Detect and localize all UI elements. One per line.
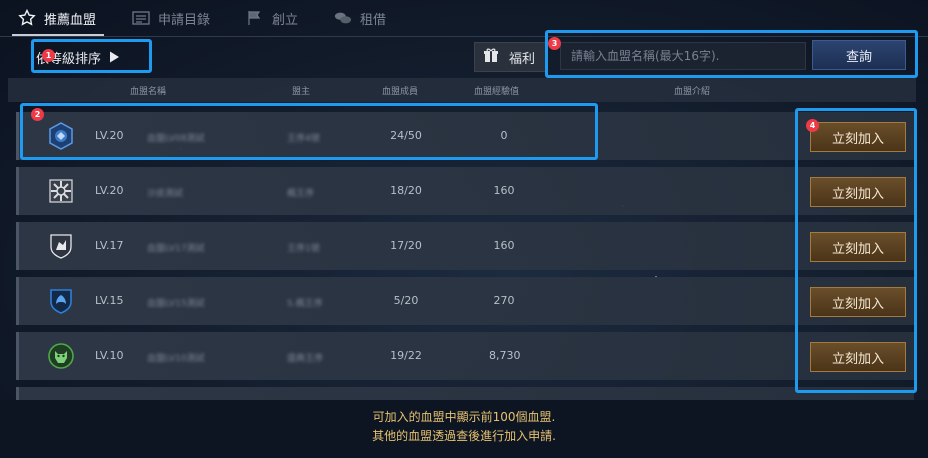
col-members: 血盟成員 <box>382 87 419 97</box>
col-leader: 盟主 <box>292 87 311 97</box>
clan-emblem-icon <box>47 287 75 315</box>
clan-emblem-icon <box>47 342 75 370</box>
clan-members: 18/20 <box>390 184 422 197</box>
clan-emblem-icon <box>47 177 75 205</box>
clan-level: LV.17 <box>95 239 124 252</box>
annotation-badge-1: 1 <box>42 49 55 62</box>
clan-leader: 盛典王序 <box>287 354 324 364</box>
clan-exp: 160 <box>493 239 515 252</box>
table-row[interactable]: LV.17 血盟LV17測試 王序1號 17/20 160 立刻加入 <box>16 222 914 270</box>
welfare-button[interactable]: 福利 <box>474 42 546 72</box>
tab-label: 申請目錄 <box>158 12 211 28</box>
clan-leader: 王序1號 <box>287 244 320 254</box>
clan-name: 血盟LV15測試 <box>147 299 205 309</box>
clan-exp: 160 <box>493 184 515 197</box>
clan-members: 5/20 <box>393 294 419 307</box>
clan-leader: 楓王序 <box>287 189 315 199</box>
clan-level: LV.15 <box>95 294 124 307</box>
clan-leader: S.楓王序 <box>287 299 323 309</box>
clan-emblem-icon <box>47 232 75 260</box>
tab-label: 推薦血盟 <box>44 12 97 28</box>
tab-applications[interactable]: 申請目錄 <box>114 0 228 36</box>
clan-name: 血盟LV17測試 <box>147 244 205 254</box>
annotation-badge-4: 4 <box>806 119 819 132</box>
table-row[interactable]: LV.10 血盟LV10測試 盛典王序 19/22 8,730 立刻加入 <box>16 332 914 380</box>
clan-level: LV.20 <box>95 184 124 197</box>
table-row[interactable]: LV.20 沙皮測試 楓王序 18/20 160 立刻加入 <box>16 167 914 215</box>
clan-level: LV.10 <box>95 349 124 362</box>
clan-members: 17/20 <box>390 239 422 252</box>
clan-name: 血盟LV10測試 <box>147 354 205 364</box>
list-icon <box>132 9 150 27</box>
tab-rent[interactable]: 租借 <box>316 0 404 36</box>
col-clan-name: 血盟名稱 <box>130 87 167 97</box>
tab-label: 租借 <box>360 12 387 28</box>
coins-icon <box>334 9 352 27</box>
active-tab-indicator <box>12 34 104 36</box>
welfare-label: 福利 <box>509 51 536 67</box>
footer-line-1: 可加入的血盟中顯示前100個血盟. <box>372 410 556 424</box>
tab-label: 創立 <box>272 12 299 28</box>
clan-exp: 8,730 <box>489 349 521 362</box>
highlight-box-row <box>20 103 598 160</box>
highlight-box-search <box>545 30 918 78</box>
flag-icon <box>246 9 264 27</box>
col-exp: 血盟經驗值 <box>474 87 520 97</box>
table-header: 血盟名稱 盟主 血盟成員 血盟經驗值 血盟介紹 <box>8 78 916 102</box>
annotation-badge-3: 3 <box>548 37 561 50</box>
table-row[interactable]: LV.15 血盟LV15測試 S.楓王序 5/20 270 立刻加入 <box>16 277 914 325</box>
tab-recommended[interactable]: 推薦血盟 <box>0 0 114 36</box>
annotation-badge-2: 2 <box>31 108 44 121</box>
footer-line-2: 其他的血盟透過查後進行加入申請. <box>372 429 556 443</box>
star-icon <box>18 9 36 27</box>
clan-members: 19/22 <box>390 349 422 362</box>
highlight-box-join <box>795 108 917 393</box>
tab-create[interactable]: 創立 <box>228 0 316 36</box>
gift-icon <box>483 47 499 67</box>
clan-name: 沙皮測試 <box>147 189 184 199</box>
table-row-partial <box>16 387 914 401</box>
clan-exp: 270 <box>493 294 515 307</box>
col-intro: 血盟介紹 <box>674 87 711 97</box>
footer-info: 可加入的血盟中顯示前100個血盟. 其他的血盟透過查後進行加入申請. <box>0 400 928 458</box>
